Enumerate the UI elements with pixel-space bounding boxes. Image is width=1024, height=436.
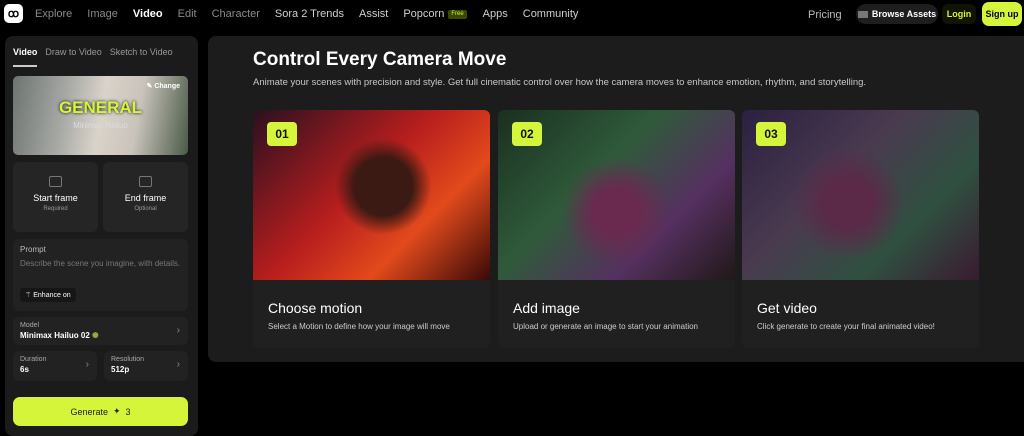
page-title: Control Every Camera Move [253,49,507,70]
change-button[interactable]: ✎ Change [147,82,180,90]
page-description: Animate your scenes with precision and s… [253,77,867,88]
image-add-icon [49,176,62,187]
nav-video[interactable]: Video [133,8,163,20]
chevron-right-icon: › [176,325,180,336]
step-number: 03 [756,122,786,146]
enhance-label: Enhance on [33,291,71,299]
step-card: 01 Choose motion Select a Motion to defi… [253,110,490,348]
generate-button[interactable]: Generate ✦ 3 [13,397,188,426]
nav-character[interactable]: Character [212,8,260,20]
start-frame-upload[interactable]: Start frame Required [13,162,98,232]
model-value: Minimax Hailuo 02 [20,331,90,340]
nav-pricing[interactable]: Pricing [808,9,842,21]
step-description: Upload or generate an image to start you… [513,322,698,331]
model-label: Model [20,322,40,329]
step-card: 03 Get video Click generate to create yo… [742,110,979,348]
duration-select[interactable]: Duration 6s › [13,351,97,381]
start-frame-note: Required [43,206,68,212]
nav-popcorn[interactable]: Popcorn [403,8,444,20]
nav-community[interactable]: Community [523,8,579,20]
generate-cost: 3 [125,406,131,417]
step-description: Click generate to create your final anim… [757,322,935,331]
step-number: 01 [267,122,297,146]
step-title: Add image [513,300,580,316]
nav-sora-trends[interactable]: Sora 2 Trends [275,8,344,20]
step-number: 02 [512,122,542,146]
folder-icon [857,10,868,18]
chevron-right-icon: › [85,359,89,370]
signup-button[interactable]: Sign up [982,2,1022,26]
step-description: Select a Motion to define how your image… [268,322,450,331]
end-frame-label: End frame [124,193,167,203]
tab-draw-to-video[interactable]: Draw to Video [45,47,101,67]
resolution-label: Resolution [111,356,145,363]
step-card: 02 Add image Upload or generate an image… [498,110,735,348]
model-card-title: GENERAL [58,98,143,117]
duration-value: 6s [20,365,29,374]
step-image: 01 [253,110,490,280]
model-card-subtitle: Minimax Hailuo [73,121,128,130]
prompt-placeholder: Describe the scene you imagine, with det… [20,259,181,268]
step-image: 03 [742,110,979,280]
tab-video[interactable]: Video [13,47,38,67]
generate-label: Generate [70,406,108,417]
nav-apps[interactable]: Apps [483,8,508,20]
browse-label: Browse Assets [871,9,937,19]
resolution-select[interactable]: Resolution 512p › [104,351,188,381]
nav-edit[interactable]: Edit [178,8,197,20]
duration-label: Duration [20,356,47,363]
start-frame-label: Start frame [33,193,78,203]
nav-explore[interactable]: Explore [35,8,72,20]
model-select[interactable]: Model Minimax Hailuo 02 ✺ › [13,317,188,345]
nav-image[interactable]: Image [87,8,118,20]
step-image: 02 [498,110,735,280]
step-title: Choose motion [268,300,363,316]
enhance-toggle[interactable]: ⚚ Enhance on [20,288,76,302]
top-nav: ꝏ Explore Image Video Edit Character Sor… [0,0,1024,30]
tab-sketch-to-video[interactable]: Sketch to Video [110,47,173,67]
logo[interactable]: ꝏ [4,4,23,23]
nav-assist[interactable]: Assist [359,8,388,20]
sparkle-icon: ✦ [112,406,121,416]
resolution-value: 512p [111,365,130,374]
free-badge: Free [448,10,467,19]
model-badge-icon: ✺ [92,331,99,340]
magic-wand-icon: ⚚ [25,292,34,299]
browse-assets-button[interactable]: Browse Assets [856,4,938,24]
chevron-right-icon: › [176,359,180,370]
image-add-icon [139,176,152,187]
end-frame-note: Optional [134,206,157,212]
login-button[interactable]: Login [942,4,976,24]
model-card[interactable]: ✎ Change GENERAL Minimax Hailuo [13,76,188,155]
prompt-input[interactable]: Prompt Describe the scene you imagine, w… [13,239,188,311]
end-frame-upload[interactable]: End frame Optional [103,162,188,232]
prompt-label: Prompt [20,245,46,254]
step-title: Get video [757,300,817,316]
